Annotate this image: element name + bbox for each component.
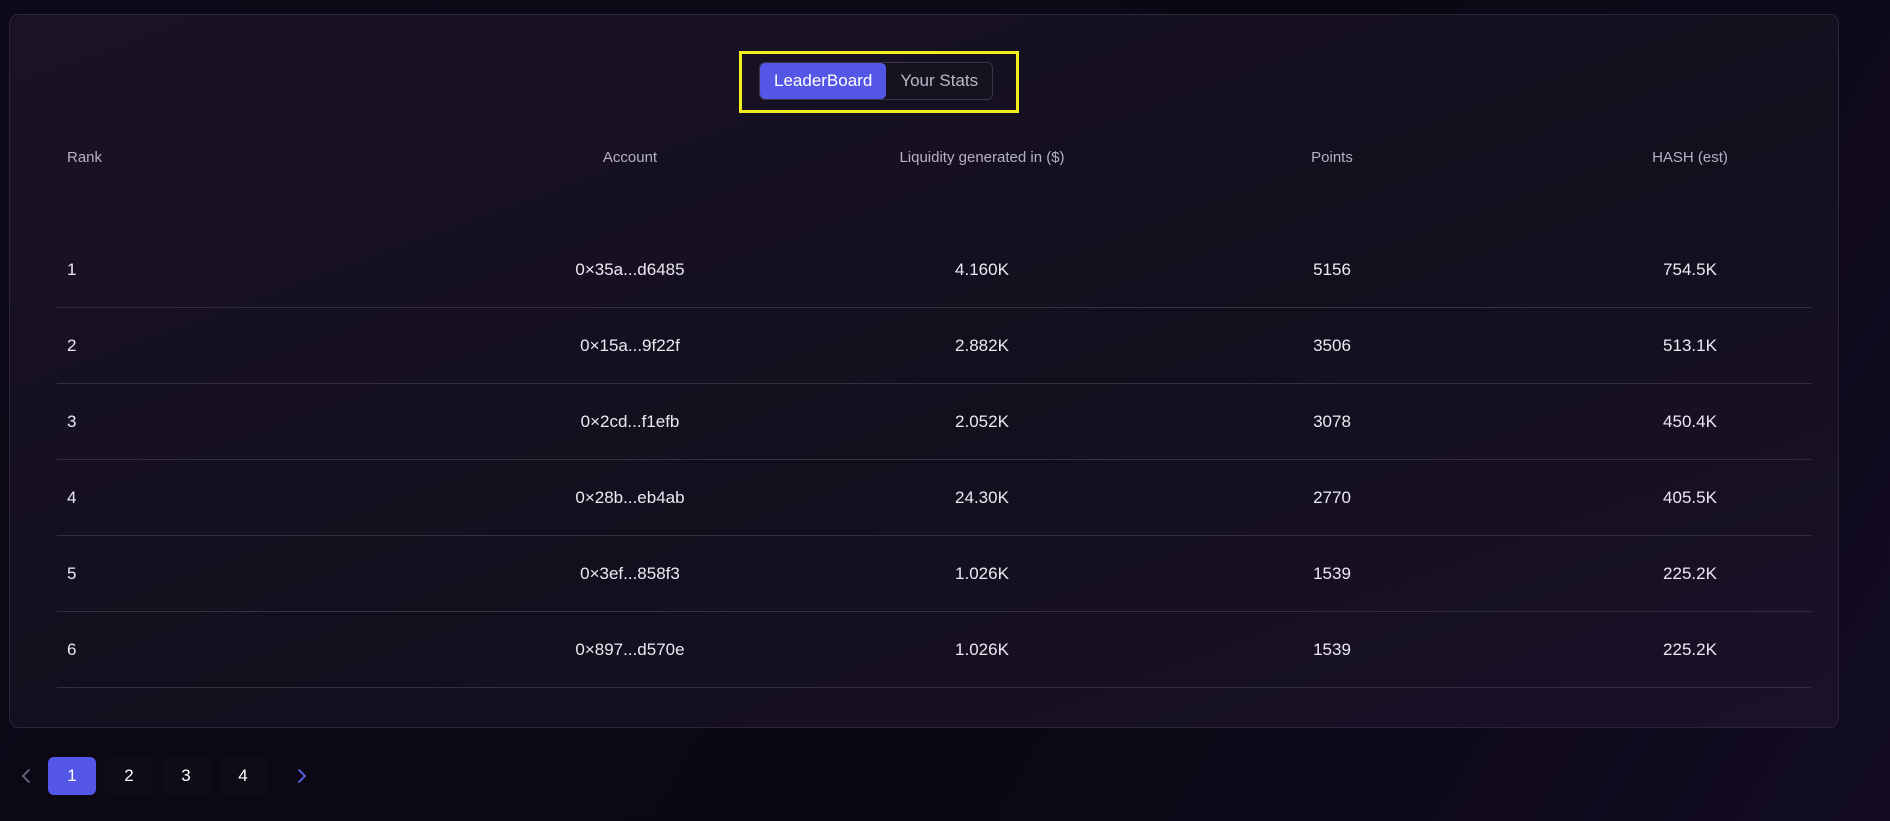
cell-liquidity: 1.026K (955, 563, 1009, 583)
cell-hash: 225.2K (1663, 563, 1717, 583)
cell-points: 3506 (1313, 335, 1351, 355)
cell-rank: 3 (67, 411, 77, 431)
page-button-3[interactable]: 3 (162, 757, 210, 795)
tab-your-stats[interactable]: Your Stats (886, 63, 992, 99)
page-buttons: 1234 (48, 757, 276, 795)
chevron-right-icon[interactable] (290, 757, 314, 795)
cell-liquidity: 24.30K (955, 487, 1009, 507)
cell-account[interactable]: 0×15a...9f22f (477, 308, 783, 383)
table-row: 1 0×35a...d6485 4.160K 5156 754.5K (57, 232, 1811, 308)
cell-rank: 5 (67, 563, 77, 583)
cell-rank: 1 (67, 259, 77, 279)
leaderboard-table: Rank Account Liquidity generated in ($) … (57, 139, 1811, 688)
tab-switcher: LeaderBoard Your Stats (759, 62, 994, 100)
cell-liquidity: 1.026K (955, 639, 1009, 659)
page-button-2[interactable]: 2 (105, 757, 153, 795)
cell-hash: 754.5K (1663, 259, 1717, 279)
cell-rank: 6 (67, 639, 77, 659)
pagination: 1234 (14, 757, 314, 795)
cell-rank: 2 (67, 335, 77, 355)
cell-liquidity: 2.882K (955, 335, 1009, 355)
cell-account[interactable]: 0×897...d570e (477, 612, 783, 687)
tab-leaderboard[interactable]: LeaderBoard (760, 63, 887, 99)
cell-points: 1539 (1313, 563, 1351, 583)
cell-points: 5156 (1313, 259, 1351, 279)
table-header: Rank Account Liquidity generated in ($) … (57, 139, 1811, 177)
table-row: 4 0×28b...eb4ab 24.30K 2770 405.5K (57, 460, 1811, 536)
cell-account[interactable]: 0×35a...d6485 (477, 232, 783, 307)
header-rank: Rank (67, 149, 103, 166)
page-button-4[interactable]: 4 (219, 757, 267, 795)
leaderboard-panel: LeaderBoard Your Stats Rank Account Liqu… (9, 14, 1839, 728)
page-button-1[interactable]: 1 (48, 757, 96, 795)
cell-points: 1539 (1313, 639, 1351, 659)
cell-rank: 4 (67, 487, 77, 507)
table-row: 5 0×3ef...858f3 1.026K 1539 225.2K (57, 536, 1811, 612)
cell-hash: 225.2K (1663, 639, 1717, 659)
header-hash: HASH (est) (1652, 149, 1728, 166)
header-liquidity: Liquidity generated in ($) (899, 149, 1065, 166)
cell-points: 3078 (1313, 411, 1351, 431)
cell-account[interactable]: 0×2cd...f1efb (477, 384, 783, 459)
table-row: 3 0×2cd...f1efb 2.052K 3078 450.4K (57, 384, 1811, 460)
cell-points: 2770 (1313, 487, 1351, 507)
table-body: 1 0×35a...d6485 4.160K 5156 754.5K 2 0×15a...9… (57, 232, 1811, 688)
cell-liquidity: 2.052K (955, 411, 1009, 431)
header-account: Account (602, 149, 658, 166)
cell-account[interactable]: 0×3ef...858f3 (477, 536, 783, 611)
cell-hash: 513.1K (1663, 335, 1717, 355)
cell-hash: 405.5K (1663, 487, 1717, 507)
cell-hash: 450.4K (1663, 411, 1717, 431)
table-row: 2 0×15a...9f22f 2.882K 3506 513.1K (57, 308, 1811, 384)
table-row: 6 0×897...d570e 1.026K 1539 225.2K (57, 612, 1811, 688)
chevron-left-icon[interactable] (14, 757, 38, 795)
cell-liquidity: 4.160K (955, 259, 1009, 279)
header-points: Points (1311, 149, 1353, 166)
cell-account[interactable]: 0×28b...eb4ab (477, 460, 783, 535)
page: LeaderBoard Your Stats Rank Account Liqu… (0, 0, 1890, 821)
